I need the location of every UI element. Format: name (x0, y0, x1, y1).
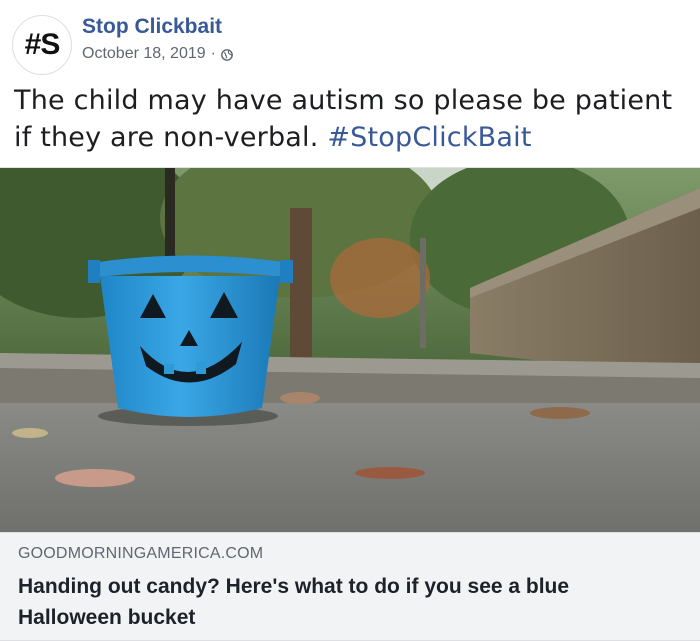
blue-pumpkin-bucket-photo (0, 168, 700, 532)
link-domain: GOODMORNINGAMERICA.COM (18, 545, 264, 562)
page-avatar[interactable]: #S (12, 15, 72, 75)
hashtag-link[interactable]: #StopClickBait (327, 122, 531, 153)
facebook-post: #S Stop Clickbait October 18, 2019 · The… (0, 0, 700, 641)
meta-separator: · (210, 45, 216, 62)
link-preview-card[interactable]: GOODMORNINGAMERICA.COM Handing out candy… (0, 532, 700, 641)
page-name-link[interactable]: Stop Clickbait (82, 15, 222, 39)
post-meta: October 18, 2019 · (82, 45, 233, 63)
post-photo[interactable] (0, 167, 700, 532)
post-header: #S Stop Clickbait October 18, 2019 · (0, 0, 700, 80)
link-title[interactable]: Handing out candy? Here's what to do if … (18, 571, 678, 633)
post-body: The child may have autism so please be p… (14, 82, 694, 156)
post-date[interactable]: October 18, 2019 (82, 45, 206, 63)
globe-icon[interactable] (221, 48, 233, 61)
